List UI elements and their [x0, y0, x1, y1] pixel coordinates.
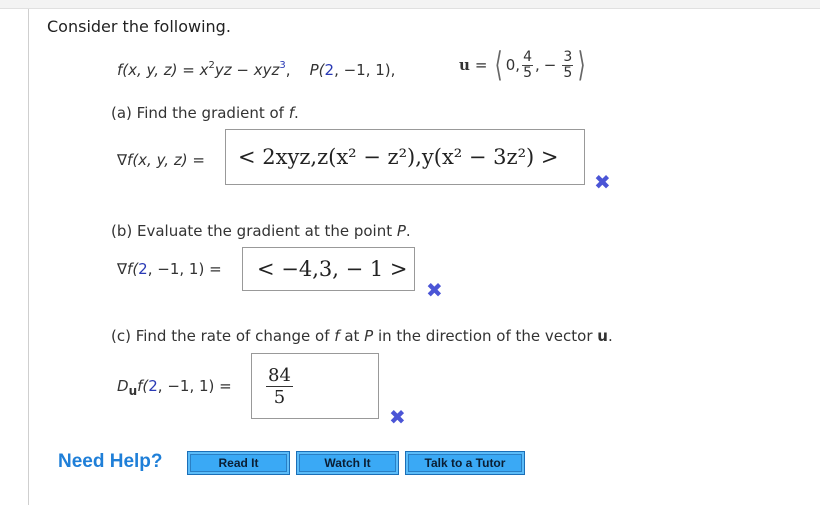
intro-text: Consider the following. — [47, 17, 231, 36]
part-c-suffix: . — [607, 327, 613, 345]
part-c-answer-box[interactable]: 84 5 — [251, 353, 379, 419]
part-b-suffix: . — [405, 222, 411, 240]
part-b-incorrect-icon: ✖ — [426, 278, 443, 302]
part-b-prompt: (b) Evaluate the gradient at the point P… — [111, 222, 411, 240]
part-c-answer-num: 84 — [266, 364, 293, 387]
f-mid: yz − xyz — [214, 61, 280, 79]
u-label: u — [459, 56, 470, 74]
part-a-lhs: ∇f(x, y, z) = — [117, 151, 205, 169]
left-border — [28, 9, 29, 505]
point-x: 2 — [324, 61, 335, 79]
point-label: P( — [309, 61, 325, 79]
part-c-mid2: in the direction of the vector — [373, 327, 598, 345]
part-c-var2: P — [364, 327, 374, 345]
part-b-lhs: ∇f(2, −1, 1) = — [117, 260, 222, 278]
part-c-lhs-x: 2 — [148, 377, 158, 395]
part-a-answer: < 2xyz,z(x² − z²),y(x² − 3z²) > — [238, 145, 559, 169]
u-frac1-num: 4 — [522, 48, 533, 66]
part-b-answer-box[interactable]: < −4,3, − 1 > — [242, 247, 415, 291]
part-a-prompt: (a) Find the gradient of f. — [111, 104, 299, 122]
left-angle-bracket: ⟨ — [495, 45, 504, 85]
part-c-lhs-suffix: , −1, 1) = — [157, 377, 232, 395]
part-b-prefix: (b) Evaluate the gradient at the point — [111, 222, 397, 240]
u-minus: − — [543, 56, 557, 74]
u-frac2-num: 3 — [562, 48, 574, 66]
point-rest: , −1, 1), — [334, 61, 396, 79]
u-frac2: 3 5 — [562, 48, 574, 81]
part-c-prompt: (c) Find the rate of change of f at P in… — [111, 327, 613, 345]
u-first: 0, — [505, 56, 521, 74]
u-eq: = — [474, 56, 488, 74]
part-c-answer-den: 5 — [273, 386, 286, 408]
u-frac1-den: 5 — [523, 64, 532, 81]
part-a-incorrect-icon: ✖ — [594, 170, 611, 194]
vector-u: u = ⟨ 0, 4 5 , − 3 5 ⟩ — [459, 48, 589, 82]
part-c-prefix: (c) Find the rate of change of — [111, 327, 335, 345]
part-b-lhs-prefix: ∇f( — [117, 260, 139, 278]
part-a-suffix: . — [294, 104, 299, 122]
part-b-lhs-x: 2 — [138, 260, 148, 278]
part-c-lhs-sub: u — [128, 384, 138, 398]
part-c-answer: 84 5 — [266, 365, 293, 408]
u-frac1: 4 5 — [522, 48, 533, 81]
top-band — [0, 0, 820, 9]
u-frac2-den: 5 — [563, 64, 573, 81]
f-lhs: f(x, y, z) = x — [117, 61, 209, 79]
part-c-lhs-f: f( — [137, 377, 149, 395]
talk-to-tutor-button[interactable]: Talk to a Tutor — [405, 451, 525, 475]
need-help-label: Need Help? — [58, 451, 163, 472]
part-c-lhs-d: D — [117, 377, 129, 395]
u-sep: , — [534, 56, 540, 74]
right-angle-bracket: ⟩ — [577, 45, 586, 85]
part-c-incorrect-icon: ✖ — [389, 405, 406, 429]
part-b-var: P — [396, 222, 406, 240]
function-definition: f(x, y, z) = x2yz − xyz3, P(2, −1, 1), — [117, 60, 395, 79]
part-c-vec: u — [597, 327, 608, 345]
read-it-button[interactable]: Read It — [187, 451, 290, 475]
part-b-lhs-suffix: , −1, 1) = — [147, 260, 222, 278]
part-a-answer-box[interactable]: < 2xyz,z(x² − z²),y(x² − 3z²) > — [225, 129, 585, 185]
part-b-answer: < −4,3, − 1 > — [257, 257, 408, 281]
part-c-lhs: Duf(2, −1, 1) = — [117, 377, 232, 398]
part-c-mid: at — [339, 327, 365, 345]
f-end: , — [285, 61, 291, 79]
watch-it-button[interactable]: Watch It — [296, 451, 399, 475]
part-a-prefix: (a) Find the gradient of — [111, 104, 289, 122]
